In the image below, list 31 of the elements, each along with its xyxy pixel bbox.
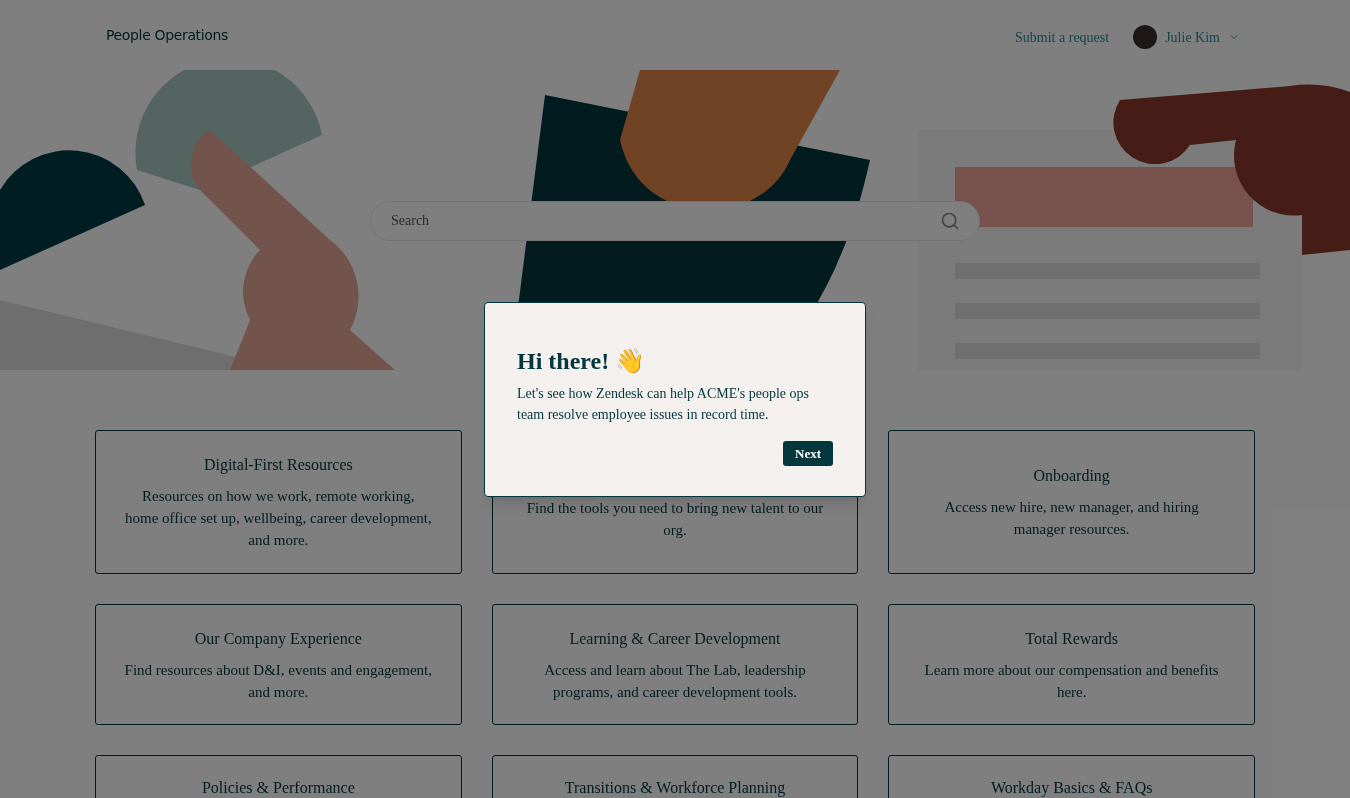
site-logo[interactable]: People Operations <box>106 24 228 46</box>
category-description: Find resources about D&I, events and engagement, and more. <box>124 660 433 702</box>
category-description: Access new hire, new manager, and hiring manager resources. <box>943 498 1200 539</box>
submit-request-link[interactable]: Submit a request <box>1015 26 1110 48</box>
search-field[interactable]: Search <box>370 201 980 241</box>
category-card[interactable]: Policies & Performance <box>95 755 462 798</box>
category-card[interactable]: Learning & Career Development Access and learn about The Lab, leadership programs, and career development tools. <box>491 604 859 725</box>
category-description: Find the tools you need to bring new talent to our org. <box>525 499 825 540</box>
category-title: Digital-First Resources <box>203 455 353 476</box>
category-card[interactable]: Our Company Experience Find resources about D&I, events and engagement, and more. <box>95 604 462 725</box>
dialog-message: Let's see how Zendesk can help ACME's people ops team resolve employee issues in record time. <box>517 385 810 424</box>
search-icon[interactable] <box>940 211 960 231</box>
category-title: Transitions & Workforce Planning <box>564 778 786 798</box>
user-menu[interactable]: Julie Kim <box>1133 25 1240 49</box>
category-description: Access and learn about The Lab, leadership programs, and career development tools. <box>543 660 807 702</box>
dialog-title: Hi there! 👋 <box>517 347 647 375</box>
category-title: Policies & Performance <box>201 778 355 798</box>
category-title: Workday Basics & FAQs <box>990 778 1153 798</box>
category-title: Our Company Experience <box>194 628 362 650</box>
category-card[interactable]: Onboarding Access new hire, new manager, and hiring manager resources. <box>888 430 1255 574</box>
category-title: Learning & Career Development <box>569 628 781 650</box>
avatar-icon <box>1133 25 1158 49</box>
category-card[interactable]: Digital-First Resources Resources on how we work, remote working, home office set up, wellbeing, career development, and more. <box>95 430 462 574</box>
category-description: Resources on how we work, remote working, home office set up, wellbeing, career development, and more. <box>124 487 433 550</box>
category-title: Onboarding <box>1033 466 1110 487</box>
category-description: Learn more about our compensation and benefits here. <box>923 660 1220 702</box>
category-card[interactable]: Total Rewards Learn more about our compensation and benefits here. <box>888 604 1255 725</box>
category-card[interactable]: Workday Basics & FAQs <box>888 755 1255 798</box>
category-title: Total Rewards <box>1025 628 1118 649</box>
next-button[interactable]: Next <box>783 441 833 466</box>
category-card[interactable]: Transitions & Workforce Planning <box>491 755 859 798</box>
